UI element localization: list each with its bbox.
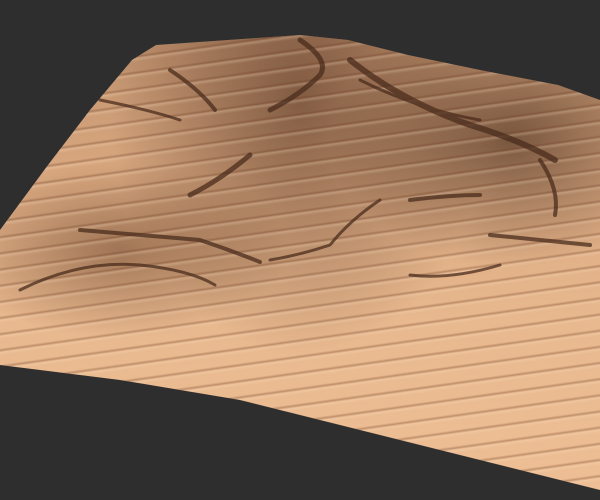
render-viewport bbox=[0, 0, 600, 500]
terrain-ridges bbox=[18, 37, 592, 292]
ridge-line bbox=[347, 57, 558, 163]
ridge-line bbox=[98, 98, 182, 122]
ridge-line bbox=[358, 78, 482, 122]
ridge-line bbox=[267, 37, 325, 113]
ridge-line bbox=[168, 68, 217, 112]
ridge-line bbox=[408, 263, 502, 278]
ridge-line bbox=[408, 193, 482, 202]
ridge-line bbox=[187, 152, 253, 198]
ridge-line bbox=[78, 228, 262, 264]
ridge-line bbox=[488, 233, 592, 247]
ridge-line bbox=[268, 198, 382, 262]
ridge-line bbox=[18, 262, 217, 292]
ridge-line bbox=[538, 158, 558, 217]
